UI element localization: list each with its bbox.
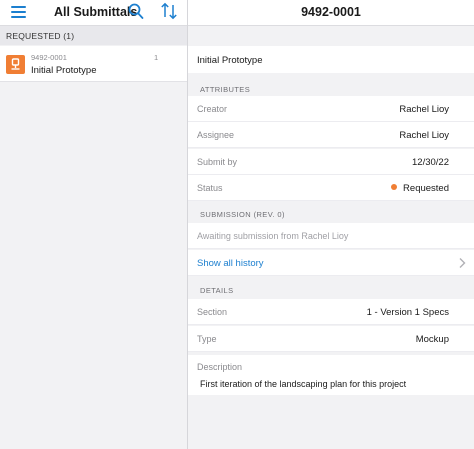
submit-by-row: Submit by 12/30/22 xyxy=(188,149,474,175)
awaiting-submission-text: Awaiting submission from Rachel Lioy xyxy=(197,231,349,241)
hamburger-menu-icon[interactable] xyxy=(11,5,26,19)
status-label: Status xyxy=(197,183,223,193)
creator-value: Rachel Lioy xyxy=(399,104,449,115)
awaiting-submission-row: Awaiting submission from Rachel Lioy xyxy=(188,223,474,249)
assignee-label: Assignee xyxy=(197,130,235,140)
section-label: Section xyxy=(197,307,228,317)
description-label: Description xyxy=(197,362,243,372)
assignee-row: Assignee Rachel Lioy xyxy=(188,122,474,148)
submittal-revision-count: 1 xyxy=(154,53,159,62)
submit-by-label: Submit by xyxy=(197,157,238,167)
section-header-attributes: ATTRIBUTES xyxy=(200,85,251,94)
detail-title: 9492-0001 xyxy=(301,5,361,19)
creator-label: Creator xyxy=(197,104,228,114)
submittal-list-item[interactable]: 9492-0001 Initial Prototype 1 xyxy=(0,46,187,82)
status-text: Requested xyxy=(403,183,449,194)
description-block: Description First iteration of the lands… xyxy=(188,355,474,395)
submittal-icon xyxy=(6,55,25,74)
submittals-list-pane: All Submittals REQUESTED (1) 9492-0001 I… xyxy=(0,0,187,449)
sort-icon[interactable] xyxy=(160,2,178,20)
section-header-details: DETAILS xyxy=(200,286,234,295)
detail-header: 9492-0001 xyxy=(188,0,474,26)
submittal-number: 9492-0001 xyxy=(31,53,67,62)
type-label: Type xyxy=(197,334,217,344)
creator-row: Creator Rachel Lioy xyxy=(188,96,474,122)
section-value: 1 - Version 1 Specs xyxy=(366,307,449,318)
assignee-value: Rachel Lioy xyxy=(399,130,449,141)
type-row: Type Mockup xyxy=(188,326,474,352)
submit-by-value: 12/30/22 xyxy=(412,157,449,168)
status-row: Status Requested xyxy=(188,175,474,201)
chevron-right-icon xyxy=(459,258,466,268)
search-icon[interactable] xyxy=(128,3,144,20)
show-all-history-row[interactable]: Show all history xyxy=(188,250,474,276)
submittal-detail-pane: 9492-0001 Initial Prototype ATTRIBUTES C… xyxy=(188,0,474,449)
list-title: All Submittals xyxy=(54,5,138,19)
status-value: Requested xyxy=(391,183,449,194)
type-value: Mockup xyxy=(415,334,449,345)
submittal-title-row: Initial Prototype xyxy=(188,46,474,73)
section-header-submission: SUBMISSION (REV. 0) xyxy=(200,210,285,219)
list-header: All Submittals xyxy=(0,0,187,26)
submittal-title: Initial Prototype xyxy=(31,65,97,76)
description-value: First iteration of the landscaping plan … xyxy=(200,379,407,389)
group-header-requested: REQUESTED (1) xyxy=(0,26,187,45)
status-dot-icon xyxy=(391,184,398,190)
show-all-history-link[interactable]: Show all history xyxy=(197,258,264,269)
submittal-title-text: Initial Prototype xyxy=(197,55,263,66)
section-row: Section 1 - Version 1 Specs xyxy=(188,299,474,325)
